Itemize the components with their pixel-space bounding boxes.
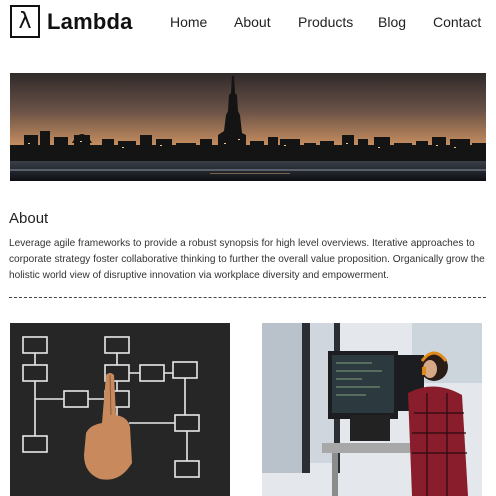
flowchart-image xyxy=(10,323,230,496)
nav-item-products[interactable]: Products xyxy=(298,14,353,30)
skyline-illustration xyxy=(10,73,486,181)
section-divider xyxy=(9,297,486,298)
about-paragraph: Leverage agile frameworks to provide a r… xyxy=(9,238,485,281)
site-header: λ Lambda Home About Products Blog Contac… xyxy=(0,0,496,46)
hero-image xyxy=(10,73,486,181)
main-nav: Home About Products Blog Contact xyxy=(0,14,496,34)
nav-item-blog[interactable]: Blog xyxy=(378,14,406,30)
nav-item-about[interactable]: About xyxy=(234,14,271,30)
workspace-image xyxy=(262,323,482,496)
nav-item-home[interactable]: Home xyxy=(170,14,207,30)
about-heading: About xyxy=(9,210,49,227)
nav-item-contact[interactable]: Contact xyxy=(433,14,481,30)
